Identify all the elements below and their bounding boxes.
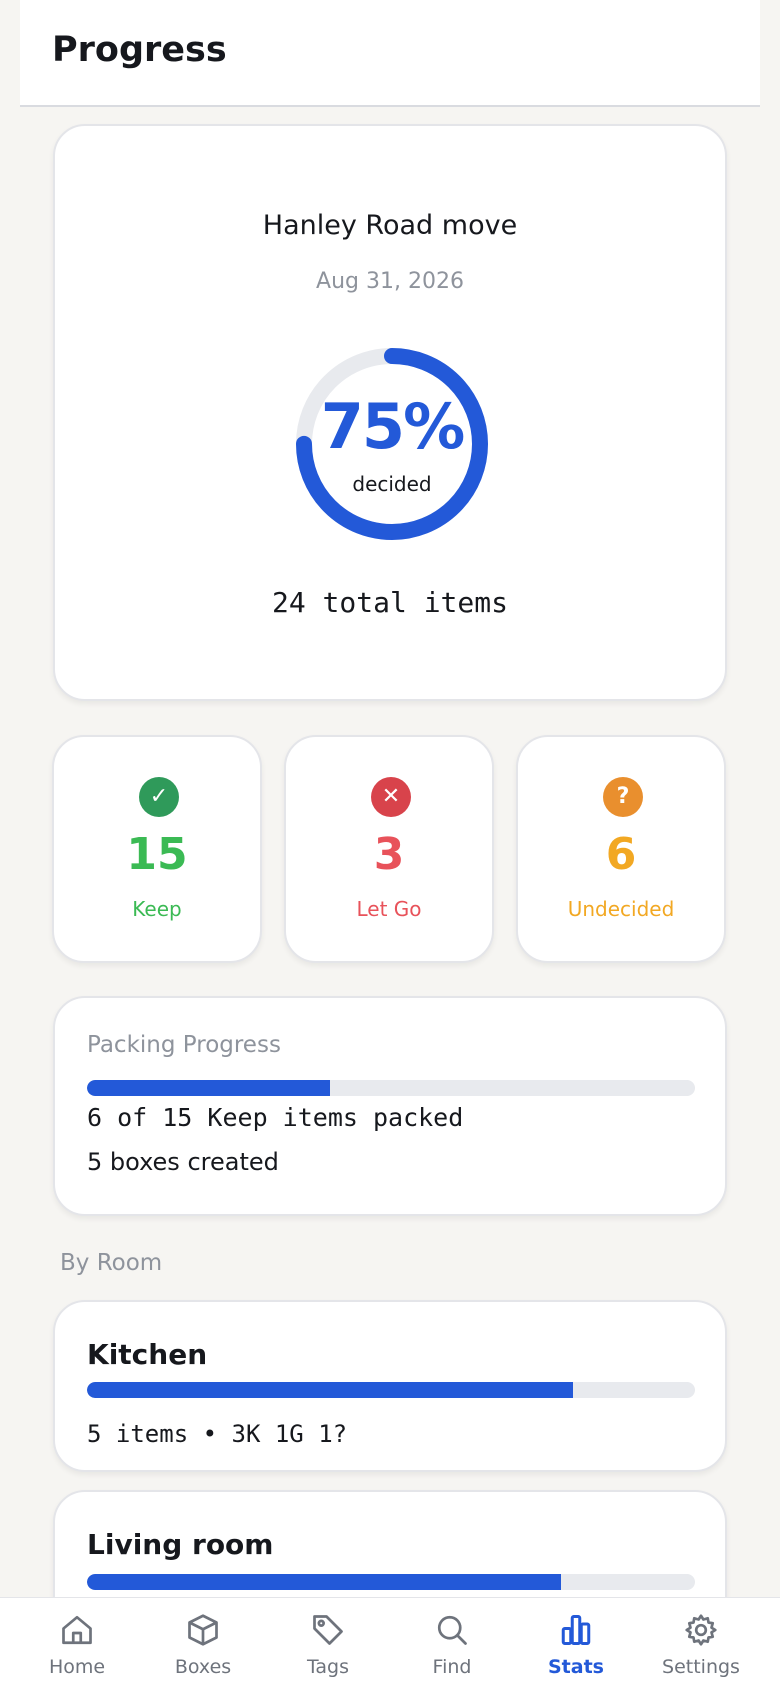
summary-card: Hanley Road move Aug 31, 2026 75% decide…	[53, 124, 727, 701]
bottom-tab-bar: Home Boxes Tags Find Stats Settings	[0, 1597, 780, 1688]
packing-progress-title: Packing Progress	[87, 1032, 281, 1058]
decided-progress-ring: 75% decided	[288, 340, 496, 548]
let-go-count: 3	[373, 829, 405, 880]
packed-items-text: 6 of 15 Keep items packed	[87, 1103, 464, 1132]
tab-label: Stats	[548, 1656, 604, 1678]
room-progress-bar	[87, 1382, 695, 1398]
room-name: Kitchen	[87, 1338, 208, 1371]
box-icon	[188, 1614, 218, 1646]
keep-stat-card[interactable]: ✓ 15 Keep	[52, 735, 262, 963]
move-date: Aug 31, 2026	[316, 269, 464, 294]
boxes-created-text: 5 boxes created	[87, 1148, 279, 1176]
tab-home[interactable]: Home	[15, 1598, 139, 1688]
check-icon: ✓	[139, 777, 179, 817]
room-progress-bar	[87, 1574, 695, 1590]
x-icon: ✕	[371, 777, 411, 817]
room-name: Living room	[87, 1528, 274, 1561]
room-meta: 5 items • 3K 1G 1?	[87, 1420, 348, 1448]
tab-label: Tags	[306, 1656, 350, 1678]
let-go-label: Let Go	[356, 897, 422, 921]
tab-boxes[interactable]: Boxes	[141, 1598, 265, 1688]
question-icon: ?	[603, 777, 643, 817]
undecided-count: 6	[605, 829, 637, 880]
undecided-stat-card[interactable]: ? 6 Undecided	[516, 735, 726, 963]
packing-progress-card: Packing Progress 6 of 15 Keep items pack…	[53, 996, 727, 1216]
packing-progress-fill	[87, 1080, 331, 1096]
room-progress-fill	[87, 1382, 574, 1398]
tab-settings[interactable]: Settings	[639, 1598, 763, 1688]
tab-find[interactable]: Find	[390, 1598, 514, 1688]
project-name: Hanley Road move	[262, 210, 518, 241]
app-header: Progress	[20, 0, 760, 107]
tab-stats[interactable]: Stats	[514, 1598, 638, 1688]
keep-count: 15	[126, 829, 188, 880]
home-icon	[62, 1615, 92, 1645]
total-items: 24 total items	[271, 586, 508, 619]
tab-label: Find	[432, 1656, 472, 1678]
by-room-heading: By Room	[60, 1250, 163, 1276]
let-go-stat-card[interactable]: ✕ 3 Let Go	[284, 735, 494, 963]
bar-chart-icon	[561, 1615, 591, 1645]
gear-icon	[685, 1614, 717, 1646]
tab-label: Boxes	[174, 1656, 232, 1678]
tab-tags[interactable]: Tags	[266, 1598, 390, 1688]
room-card-kitchen[interactable]: Kitchen 5 items • 3K 1G 1?	[53, 1300, 727, 1472]
keep-label: Keep	[132, 897, 182, 921]
undecided-label: Undecided	[567, 897, 675, 921]
tab-label: Settings	[662, 1656, 740, 1678]
tab-label: Home	[48, 1656, 106, 1678]
tag-icon	[313, 1615, 343, 1645]
search-icon	[437, 1615, 467, 1645]
page-title: Progress	[52, 30, 227, 70]
decided-caption: decided	[352, 472, 432, 496]
packing-progress-bar	[87, 1080, 695, 1096]
decided-percent: 75%	[320, 390, 465, 463]
room-progress-fill	[87, 1574, 562, 1590]
